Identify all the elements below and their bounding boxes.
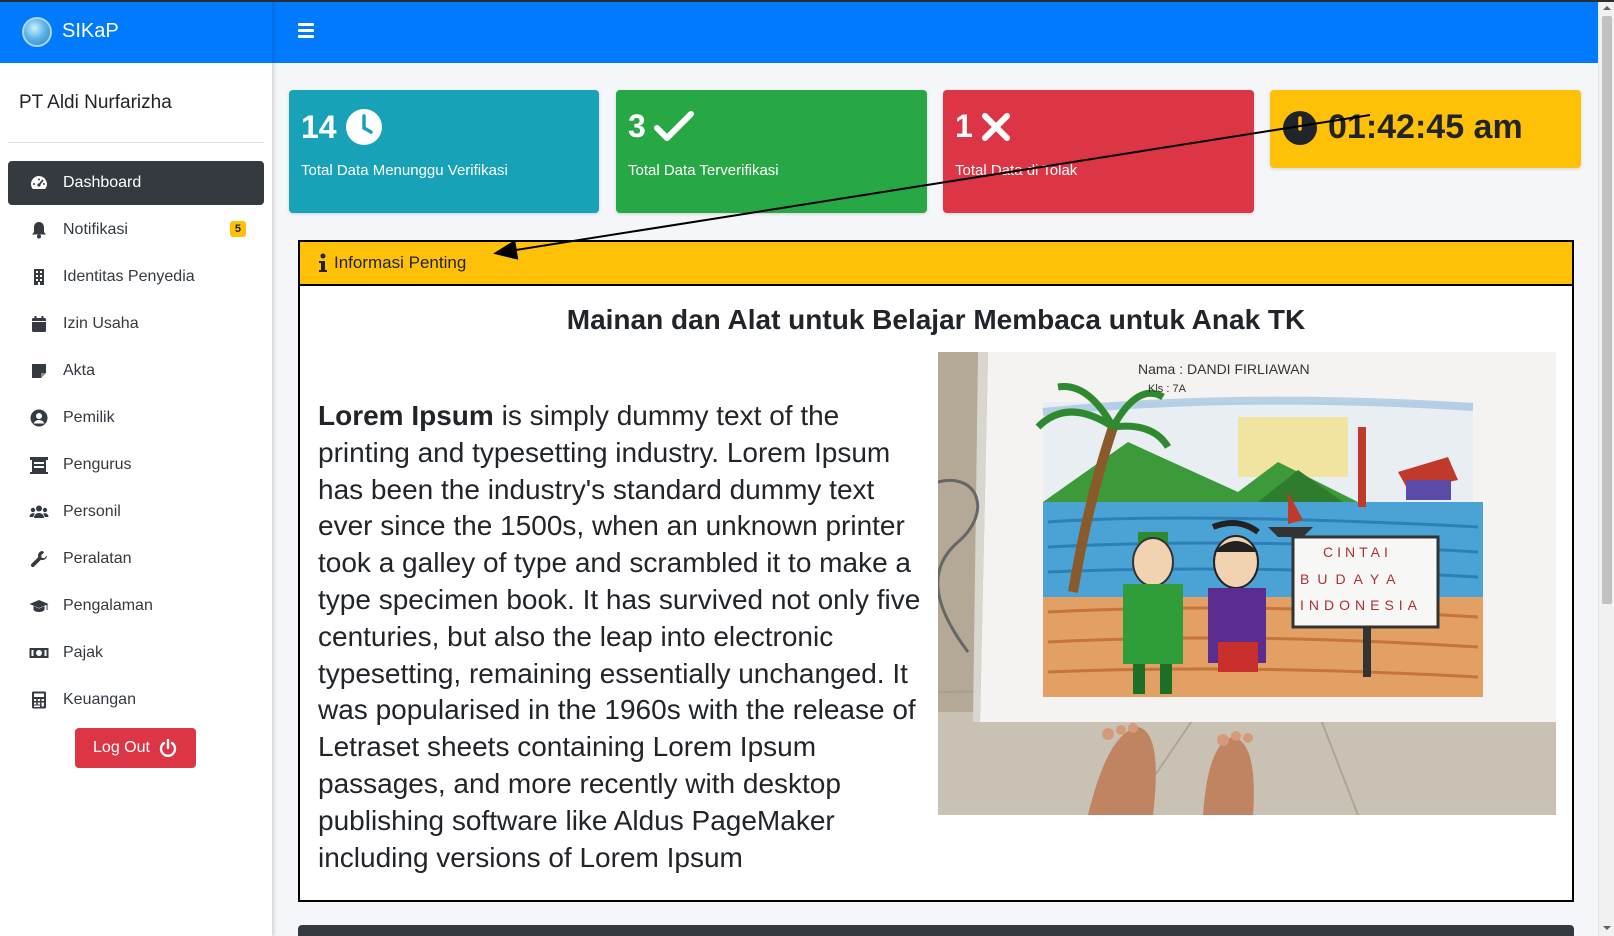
sign-line-2: BUDAYA xyxy=(1300,571,1404,587)
sidebar-item-label: Personil xyxy=(63,503,121,520)
sidebar-item-peralatan[interactable]: Peralatan xyxy=(8,537,264,581)
org-chart-icon xyxy=(28,454,50,476)
power-icon xyxy=(159,738,177,757)
sidebar-item-label: Pengalaman xyxy=(63,597,153,614)
sidebar-item-label: Pajak xyxy=(63,644,104,661)
sidebar-item-label: Identitas Penyedia xyxy=(63,268,195,285)
stat-card-waiting: 14 Total Data Menunggu Verifikasi xyxy=(289,90,599,213)
sidebar-item-personil[interactable]: Personil xyxy=(8,490,264,534)
logo-icon xyxy=(22,16,52,47)
bell-icon xyxy=(28,219,50,241)
brand[interactable]: SIKaP xyxy=(0,0,272,63)
scroll-down-icon[interactable] xyxy=(1603,924,1611,932)
sidebar-item-label: Keuangan xyxy=(63,691,136,708)
clock-time: 01:42:45 am xyxy=(1328,108,1523,146)
logout-label: Log Out xyxy=(93,739,150,756)
scrollbar-thumb[interactable] xyxy=(1602,16,1612,604)
sidebar-item-label: Peralatan xyxy=(63,550,132,567)
user-circle-icon xyxy=(28,407,50,429)
article-image: CINTAI BUDAYA INDONESIA Nama : DANDI FIR… xyxy=(938,352,1556,815)
sidebar-item-label: Pemilik xyxy=(63,409,115,426)
money-bill-icon xyxy=(28,642,50,664)
sticky-note-icon xyxy=(28,360,50,382)
stat-card-verified: 3 Total Data Terverifikasi xyxy=(616,90,927,213)
sidebar-item-keuangan[interactable]: Keuangan xyxy=(8,678,264,722)
clock-icon xyxy=(345,109,382,145)
article-title: Mainan dan Alat untuk Belajar Membaca un… xyxy=(566,304,1306,335)
sidebar-item-label: Pengurus xyxy=(63,456,132,473)
article-body-bold: Lorem Ipsum xyxy=(318,400,494,431)
sidebar-item-dashboard[interactable]: Dashboard xyxy=(8,161,264,205)
calendar-icon xyxy=(28,313,50,335)
sidebar-divider xyxy=(8,142,264,143)
menu-toggle-icon[interactable] xyxy=(298,23,314,38)
article-body-text: is simply dummy text of the printing and… xyxy=(318,400,921,873)
scroll-up-icon[interactable] xyxy=(1603,4,1611,12)
info-icon xyxy=(319,253,327,272)
window-top-border xyxy=(0,0,1614,2)
info-panel: Informasi Penting Mainan dan Alat untuk … xyxy=(298,240,1574,902)
company-name: PT Aldi Nurfarizha xyxy=(19,92,172,113)
sidebar-item-pengurus[interactable]: Pengurus xyxy=(8,443,264,487)
stat-label: Total Data Terverifikasi xyxy=(628,162,779,179)
stat-label: Total Data Menunggu Verifikasi xyxy=(301,162,508,179)
article-body: Lorem Ipsum is simply dummy text of the … xyxy=(318,398,928,876)
drawing-class-text: Kls : 7A xyxy=(1148,383,1187,395)
building-icon xyxy=(28,266,50,288)
drawing-name-text: Nama : DANDI FIRLIAWAN xyxy=(1138,361,1310,377)
info-panel-title: Informasi Penting xyxy=(334,253,467,272)
check-icon xyxy=(653,110,694,141)
app-title: SIKaP xyxy=(62,20,119,42)
stat-label: Total Data di Tolak xyxy=(955,162,1078,179)
calculator-icon xyxy=(28,689,50,711)
next-panel-header xyxy=(298,925,1574,936)
sidebar-item-label: Izin Usaha xyxy=(63,315,139,332)
page-scrollbar[interactable] xyxy=(1598,0,1614,936)
dashboard-icon xyxy=(28,172,50,194)
notification-count-badge: 5 xyxy=(229,221,246,237)
sidebar-item-label: Notifikasi xyxy=(63,221,128,238)
clock-card: 01:42:45 am xyxy=(1270,90,1581,168)
wrench-icon xyxy=(28,548,50,570)
sidebar-item-label: Akta xyxy=(63,362,96,379)
sidebar-item-pengalaman[interactable]: Pengalaman xyxy=(8,584,264,628)
info-panel-header: Informasi Penting xyxy=(300,242,1572,286)
logout-button[interactable]: Log Out xyxy=(75,728,196,768)
sidebar: SIKaP PT Aldi Nurfarizha Dashboard Notif… xyxy=(0,0,272,936)
users-icon xyxy=(28,501,50,523)
top-navbar xyxy=(272,0,1598,63)
times-icon xyxy=(981,112,1010,141)
stat-value: 1 xyxy=(955,108,973,144)
sidebar-item-label: Dashboard xyxy=(63,174,142,191)
sign-line-1: CINTAI xyxy=(1323,544,1392,560)
sidebar-nav: Dashboard Notifikasi 5 Identitas Penyedi… xyxy=(8,161,264,725)
stat-card-rejected: 1 Total Data di Tolak xyxy=(943,90,1254,213)
sign-line-3: INDONESIA xyxy=(1300,597,1422,613)
sidebar-item-identitas-penyedia[interactable]: Identitas Penyedia xyxy=(8,255,264,299)
sidebar-item-akta[interactable]: Akta xyxy=(8,349,264,393)
sidebar-item-izin-usaha[interactable]: Izin Usaha xyxy=(8,302,264,346)
sidebar-item-pemilik[interactable]: Pemilik xyxy=(8,396,264,440)
sidebar-item-notifikasi[interactable]: Notifikasi 5 xyxy=(8,208,264,252)
graduation-cap-icon xyxy=(28,595,50,617)
clock-icon xyxy=(1283,110,1317,145)
stat-value: 3 xyxy=(628,108,646,144)
sidebar-item-pajak[interactable]: Pajak xyxy=(8,631,264,675)
stat-value: 14 xyxy=(301,108,337,145)
